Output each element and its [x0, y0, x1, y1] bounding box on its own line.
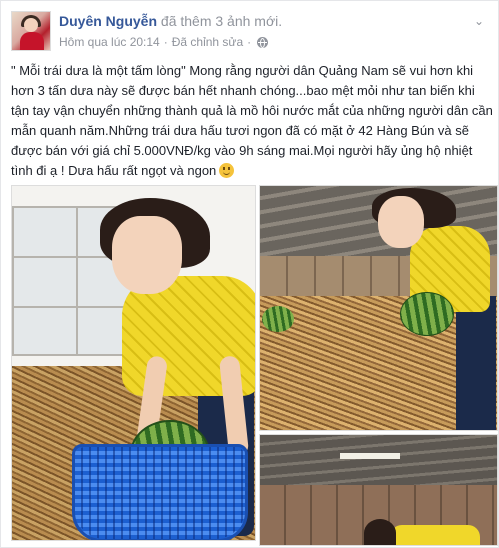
chevron-down-icon[interactable]: ⌄ [471, 13, 487, 29]
photo-person-hair [364, 519, 396, 545]
photo-watermelon [262, 306, 294, 332]
photo-ceiling [260, 435, 497, 485]
post-action-text: đã thêm 3 ảnh mới. [160, 13, 283, 29]
post-photo-3[interactable] [259, 434, 498, 546]
edited-label[interactable]: Đã chỉnh sửa [172, 35, 243, 49]
meta-separator: · [163, 35, 168, 49]
photo-person-face [378, 196, 424, 248]
post-timestamp[interactable]: Hôm qua lúc 20:14 [59, 35, 160, 49]
photo-person-legs [456, 296, 496, 430]
photo-person-shirt [390, 525, 480, 545]
meta-separator: · [247, 35, 252, 49]
photo-person-face [112, 216, 182, 294]
photo-watermelon [400, 292, 454, 336]
post-meta: Hôm qua lúc 20:14 · Đã chỉnh sửa · [59, 35, 269, 49]
smiley-icon [219, 163, 235, 178]
post-title-line: Duyên Nguyễn đã thêm 3 ảnh mới. [59, 13, 282, 29]
author-name-link[interactable]: Duyên Nguyễn [59, 13, 157, 29]
author-avatar[interactable] [11, 11, 51, 51]
post-photo-2[interactable] [259, 185, 498, 431]
avatar-face [24, 18, 38, 32]
post-header: Duyên Nguyễn đã thêm 3 ảnh mới. Hôm qua … [11, 9, 491, 53]
photo-basket [72, 444, 248, 540]
photo-light [340, 453, 400, 459]
globe-icon[interactable] [257, 36, 269, 48]
post-text: " Mỗi trái dưa là một tấm lòng" Mong rằn… [11, 63, 493, 178]
feed-post: Duyên Nguyễn đã thêm 3 ảnh mới. Hôm qua … [0, 0, 499, 548]
post-body: " Mỗi trái dưa là một tấm lòng" Mong rằn… [11, 61, 493, 181]
avatar-dress [20, 32, 44, 50]
post-photo-1[interactable] [11, 185, 256, 541]
